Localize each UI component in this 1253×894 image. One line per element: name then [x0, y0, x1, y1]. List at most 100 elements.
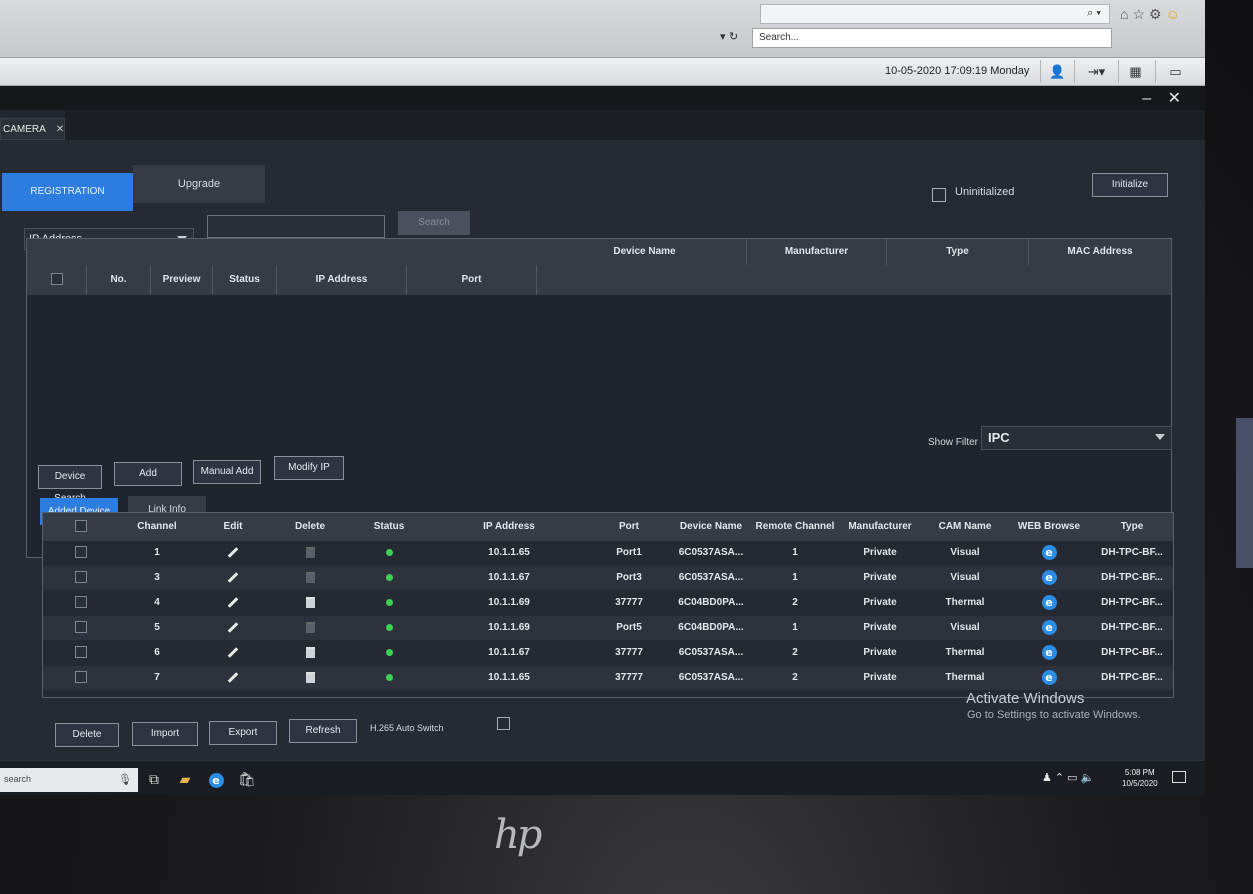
initialize-button[interactable]: Initialize — [1092, 173, 1168, 197]
system-tray: ♟⌃▭🔈 — [1042, 771, 1097, 784]
side-reflection — [1236, 418, 1253, 568]
cell-cam-name: Thermal — [945, 647, 985, 658]
user-icon[interactable]: 👤 — [1040, 60, 1074, 83]
file-explorer-icon[interactable]: ▰ — [176, 770, 194, 788]
internet-explorer-icon[interactable]: e — [1041, 594, 1057, 610]
table-row[interactable]: 1 10.1.1.65 Port1 6C0537ASA... 1 Private Visua… — [43, 541, 1173, 565]
tab-registration[interactable]: REGISTRATION — [2, 173, 133, 211]
home-icon[interactable]: ⌂ — [1120, 6, 1132, 22]
internet-explorer-icon[interactable]: e — [1041, 669, 1057, 685]
pencil-icon[interactable] — [227, 622, 239, 633]
taskbar-time: 5:08 PM — [1124, 768, 1155, 777]
trash-icon[interactable] — [305, 596, 315, 608]
cell-device-name: 6C0537ASA... — [678, 572, 744, 583]
cell-device-name: 6C0537ASA... — [678, 672, 744, 683]
col-manufacturer: Manufacturer — [747, 239, 887, 265]
cell-device-name: 6C04BD0PA... — [678, 622, 744, 633]
export-button[interactable]: Export — [209, 721, 277, 745]
added-device-table: Channel Edit Delete Status IP Address Po… — [42, 512, 1174, 698]
logout-icon[interactable]: ⇥▾ — [1074, 60, 1118, 83]
table-row[interactable]: 3 10.1.1.67 Port3 6C0537ASA... 1 Private Visua… — [43, 566, 1173, 590]
pencil-icon[interactable] — [227, 647, 239, 658]
internet-explorer-icon[interactable]: e — [1041, 569, 1057, 585]
show-filter-value: IPC — [988, 430, 1010, 445]
module-tab-camera[interactable]: CAMERA ✕ — [0, 118, 65, 140]
show-filter-select[interactable]: IPC — [981, 426, 1172, 450]
cell-status — [349, 666, 429, 690]
search-button[interactable]: Search — [398, 211, 470, 235]
table-row[interactable]: 6 10.1.1.67 37777 6C0537ASA... 2 Private Therm… — [43, 641, 1173, 665]
gear-icon[interactable]: ⚙ — [1149, 6, 1166, 22]
table-row[interactable]: 5 10.1.1.69 Port5 6C04BD0PA... 1 Private Visua… — [43, 616, 1173, 640]
pencil-icon[interactable] — [227, 547, 239, 558]
tab-upgrade[interactable]: Upgrade — [133, 165, 265, 203]
cell-web-browse: e — [1007, 666, 1091, 690]
grid-icon[interactable]: ▦ — [1118, 60, 1152, 83]
volume-icon[interactable]: 🔈 — [1081, 772, 1098, 784]
row-checkbox[interactable] — [75, 546, 87, 559]
row-checkbox[interactable] — [75, 671, 87, 684]
row-checkbox[interactable] — [75, 621, 87, 634]
cell-manufacturer: Private — [863, 647, 897, 658]
search-icon[interactable]: ⌕ ▾ — [1087, 7, 1101, 20]
h265-auto-switch-label: H.265 Auto Switch — [370, 723, 444, 733]
pencil-icon[interactable] — [227, 672, 239, 683]
internet-explorer-icon[interactable]: e — [1041, 544, 1057, 560]
h265-auto-switch-checkbox[interactable] — [497, 717, 510, 730]
uninitialized-checkbox[interactable] — [932, 188, 946, 202]
window-controls[interactable]: – ✕ — [1142, 88, 1187, 108]
smiley-icon[interactable]: ☺ — [1166, 6, 1184, 22]
table-row[interactable]: 7 10.1.1.65 37777 6C0537ASA... 2 Private Therm… — [43, 666, 1173, 690]
delete-button[interactable]: Delete — [55, 723, 119, 747]
table-row[interactable]: 4 10.1.1.69 37777 6C04BD0PA... 2 Private Therm… — [43, 591, 1173, 615]
cell-port: 37777 — [615, 597, 643, 608]
taskbar-clock[interactable]: 5:08 PM 10/5/2020 — [1122, 767, 1158, 789]
cell-type: DH-TPC-BF... — [1101, 672, 1163, 683]
status-online-icon — [385, 548, 393, 556]
address-controls[interactable]: ▾ ↻ — [720, 30, 748, 48]
cell-type: DH-TPC-BF... — [1101, 647, 1163, 658]
header-datetime: 10-05-2020 17:09:19 Monday — [885, 65, 1030, 77]
row-checkbox[interactable] — [75, 571, 87, 584]
refresh-button[interactable]: Refresh — [289, 719, 357, 743]
address-search-input[interactable]: Search... — [752, 28, 1112, 48]
cell-status — [349, 616, 429, 640]
monitor-icon[interactable]: ▭ — [1155, 60, 1195, 83]
taskbar-search-input[interactable]: search 🎙 — [0, 768, 138, 792]
internet-explorer-icon[interactable]: e — [207, 770, 225, 788]
col-remote-channel: Remote Channel — [755, 521, 835, 532]
select-all-checkbox[interactable] — [50, 273, 63, 286]
cell-manufacturer: Private — [863, 672, 897, 683]
col-ip-address: IP Address — [277, 265, 407, 295]
row-checkbox[interactable] — [75, 646, 87, 659]
import-button[interactable]: Import — [132, 722, 198, 746]
device-search-button[interactable]: Device Search — [38, 465, 102, 504]
row-checkbox — [43, 566, 119, 590]
close-icon[interactable]: ✕ — [56, 124, 64, 135]
add-button[interactable]: Add — [114, 462, 182, 486]
notification-icon[interactable] — [1172, 771, 1186, 783]
people-icon[interactable]: ♟ — [1042, 772, 1055, 784]
task-view-icon[interactable]: ⧉ — [145, 770, 163, 788]
filter-query-input[interactable] — [207, 215, 385, 238]
pencil-icon[interactable] — [227, 597, 239, 608]
chevron-up-icon[interactable]: ⌃ — [1055, 772, 1067, 784]
modify-ip-button[interactable]: Modify IP — [274, 456, 344, 480]
app-titlebar — [0, 86, 1205, 110]
trash-icon[interactable] — [305, 646, 315, 658]
internet-explorer-icon[interactable]: e — [1041, 619, 1057, 635]
pencil-icon[interactable] — [227, 572, 239, 583]
store-icon[interactable]: 🛍 — [238, 770, 256, 788]
cell-ip-address: 10.1.1.69 — [488, 622, 530, 633]
star-icon[interactable]: ☆ — [1132, 6, 1149, 22]
browser-search-field[interactable]: ⌕ ▾ — [760, 4, 1110, 24]
row-checkbox[interactable] — [75, 596, 87, 609]
trash-icon[interactable] — [305, 671, 315, 683]
battery-icon[interactable]: ▭ — [1067, 772, 1080, 784]
status-online-icon — [385, 573, 393, 581]
microphone-icon[interactable]: 🎙 — [118, 773, 132, 786]
select-all-checkbox[interactable] — [75, 520, 87, 533]
internet-explorer-icon[interactable]: e — [1041, 644, 1057, 660]
cell-device-name: 6C0537ASA... — [678, 547, 744, 558]
manual-add-button[interactable]: Manual Add — [193, 460, 261, 484]
